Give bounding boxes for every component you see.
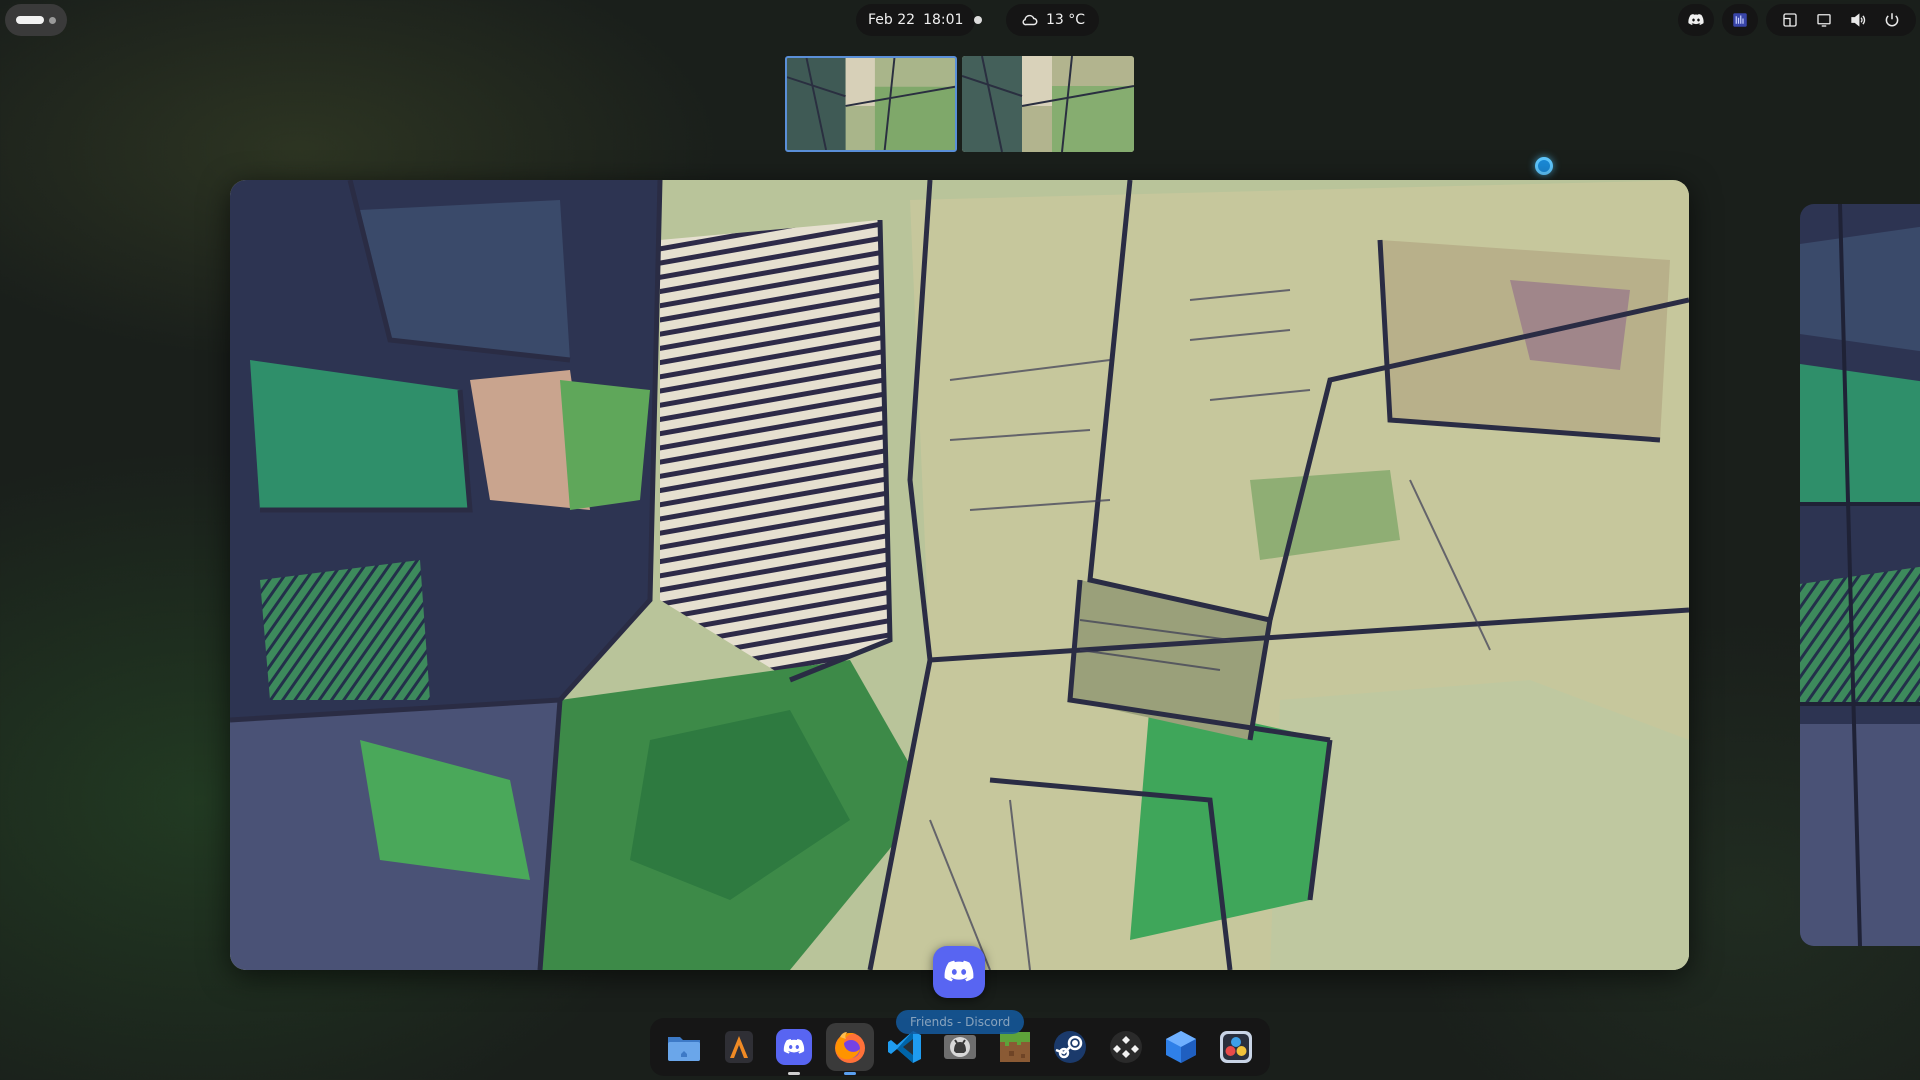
- steam-icon: [1054, 1031, 1087, 1063]
- gpu-icon: [1730, 10, 1750, 30]
- inactive-workspace-indicator: [49, 16, 56, 24]
- dock-app-alacritty[interactable]: [715, 1023, 763, 1071]
- wallpaper-aerial-fields-next: [1800, 204, 1920, 946]
- dock-app-files[interactable]: [660, 1023, 708, 1071]
- power-icon[interactable]: [1882, 10, 1902, 30]
- dock-app-lutris[interactable]: [1102, 1023, 1150, 1071]
- dock-app-box[interactable]: [1157, 1023, 1205, 1071]
- running-indicator: [788, 1072, 801, 1075]
- dock-app-steam[interactable]: [1046, 1023, 1094, 1071]
- weather-button[interactable]: 13 °C: [1006, 4, 1100, 36]
- workspace-preview-next[interactable]: [1800, 204, 1920, 946]
- box-icon: [1165, 1031, 1196, 1063]
- tray-gpu-monitor[interactable]: [1722, 4, 1758, 36]
- terminal-icon: [725, 1031, 754, 1063]
- lutris-icon: [1109, 1031, 1142, 1063]
- display-icon[interactable]: [1814, 10, 1834, 30]
- screenshot-icon[interactable]: [1780, 10, 1800, 30]
- activities-button[interactable]: [5, 4, 67, 36]
- firefox-icon: [834, 1032, 865, 1063]
- discord-icon: [776, 1029, 813, 1065]
- wallpaper-aerial-fields: [230, 180, 1689, 970]
- weather-temperature: 13 °C: [1046, 12, 1086, 28]
- clock-time: 18:01: [923, 12, 964, 28]
- system-menu[interactable]: [1766, 4, 1916, 36]
- top-bar: Feb 22 18:01 13 °C: [0, 0, 1920, 40]
- cloud-icon: [1020, 10, 1040, 30]
- discord-icon: [944, 960, 974, 982]
- dock-app-davinci-resolve[interactable]: [1212, 1023, 1260, 1071]
- files-icon: [668, 1037, 700, 1061]
- active-workspace-indicator: [16, 16, 44, 24]
- clock-button[interactable]: Feb 22 18:01: [856, 4, 976, 36]
- volume-icon[interactable]: [1848, 10, 1868, 30]
- clock-date: Feb 22: [868, 12, 916, 28]
- workspace-thumbnail-2[interactable]: [962, 56, 1134, 152]
- workspace-preview-current[interactable]: [230, 180, 1689, 970]
- dragged-app-discord[interactable]: [933, 946, 985, 998]
- dock-app-discord[interactable]: [770, 1023, 818, 1075]
- tray-discord[interactable]: [1678, 4, 1714, 36]
- davinci-icon: [1219, 1031, 1252, 1063]
- running-indicator: [843, 1072, 856, 1075]
- discord-icon: [1686, 10, 1706, 30]
- dock-app-firefox[interactable]: [825, 1023, 874, 1075]
- mouse-cursor-icon: [1535, 157, 1553, 175]
- workspace-thumbnail-1[interactable]: [785, 56, 957, 152]
- notification-dot-icon: [974, 16, 982, 24]
- dock-tooltip: Friends - Discord: [896, 1010, 1025, 1034]
